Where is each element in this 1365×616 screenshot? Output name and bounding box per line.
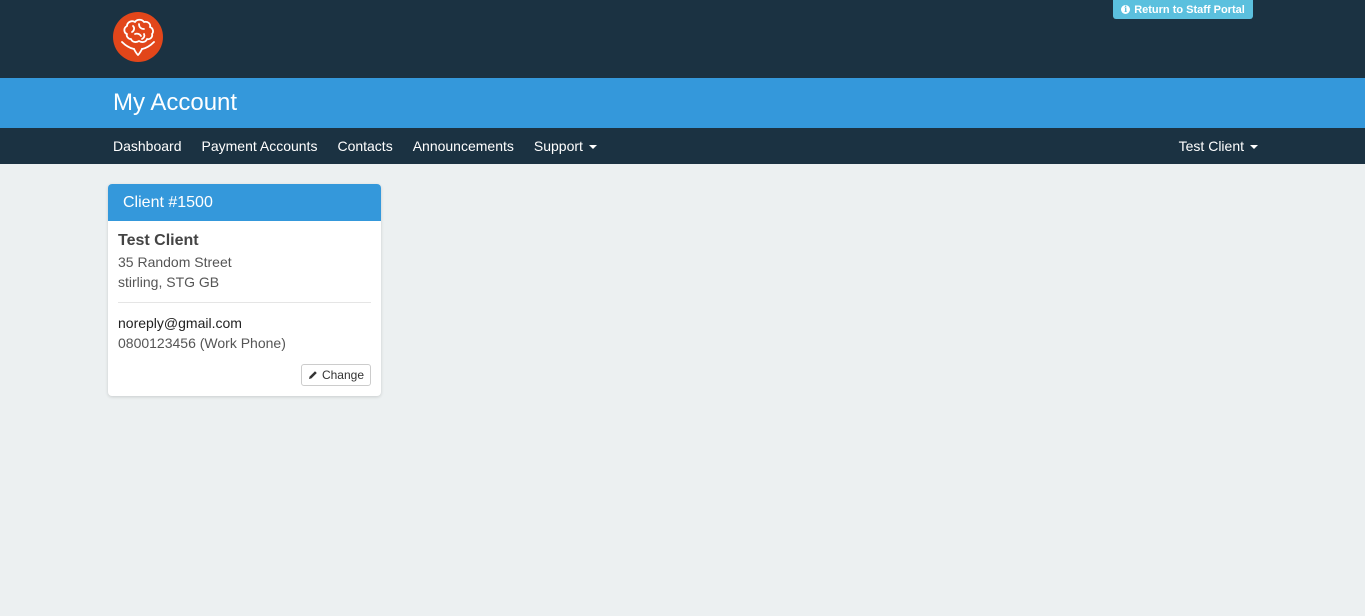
nav-list: Dashboard Payment Accounts Contacts Anno…	[103, 128, 607, 164]
change-details-button[interactable]: Change	[300, 364, 371, 386]
caret-down-icon	[588, 145, 597, 150]
brain-logo-icon[interactable]	[113, 12, 163, 62]
nav-label: Contacts	[337, 138, 393, 154]
user-menu-label: Test Client	[1178, 138, 1244, 154]
client-email: noreply@gmail.com	[118, 315, 242, 331]
divider	[118, 302, 371, 303]
nav-item-payment-accounts[interactable]: Payment Accounts	[192, 128, 328, 164]
nav-item-dashboard[interactable]: Dashboard	[103, 128, 192, 164]
nav-label: Payment Accounts	[201, 138, 318, 154]
client-phone: 0800123456 (Work Phone)	[118, 335, 286, 351]
staff-portal-label: Return to Staff Portal	[1134, 3, 1245, 16]
user-menu-dropdown[interactable]: Test Client	[1179, 128, 1258, 164]
nav-label: Dashboard	[113, 138, 182, 154]
nav-label: Announcements	[412, 138, 514, 154]
main-nav: Dashboard Payment Accounts Contacts Anno…	[0, 128, 1365, 164]
client-name: Test Client	[118, 232, 199, 249]
top-header: i Return to Staff Portal	[0, 0, 1365, 78]
client-card-header: Client #1500	[108, 184, 381, 221]
change-label: Change	[321, 368, 364, 382]
nav-item-support-dropdown[interactable]: Support	[524, 128, 607, 164]
nav-item-announcements[interactable]: Announcements	[403, 128, 524, 164]
info-circle-icon: i	[1121, 5, 1131, 14]
client-card: Client #1500 Test Client 35 Random Stree…	[108, 184, 381, 396]
client-card-body: Test Client 35 Random Street stirling, S…	[108, 221, 381, 353]
page-title: My Account	[113, 89, 238, 116]
return-to-staff-portal-button[interactable]: i Return to Staff Portal	[1113, 0, 1253, 19]
address-line-1: 35 Random Street	[118, 254, 232, 270]
title-bar: My Account	[0, 78, 1365, 128]
address-line-2: stirling, STG GB	[118, 274, 220, 290]
nav-item-contacts[interactable]: Contacts	[327, 128, 402, 164]
nav-label: Support	[533, 138, 583, 154]
caret-down-icon	[1250, 145, 1258, 150]
pencil-icon	[308, 371, 317, 379]
